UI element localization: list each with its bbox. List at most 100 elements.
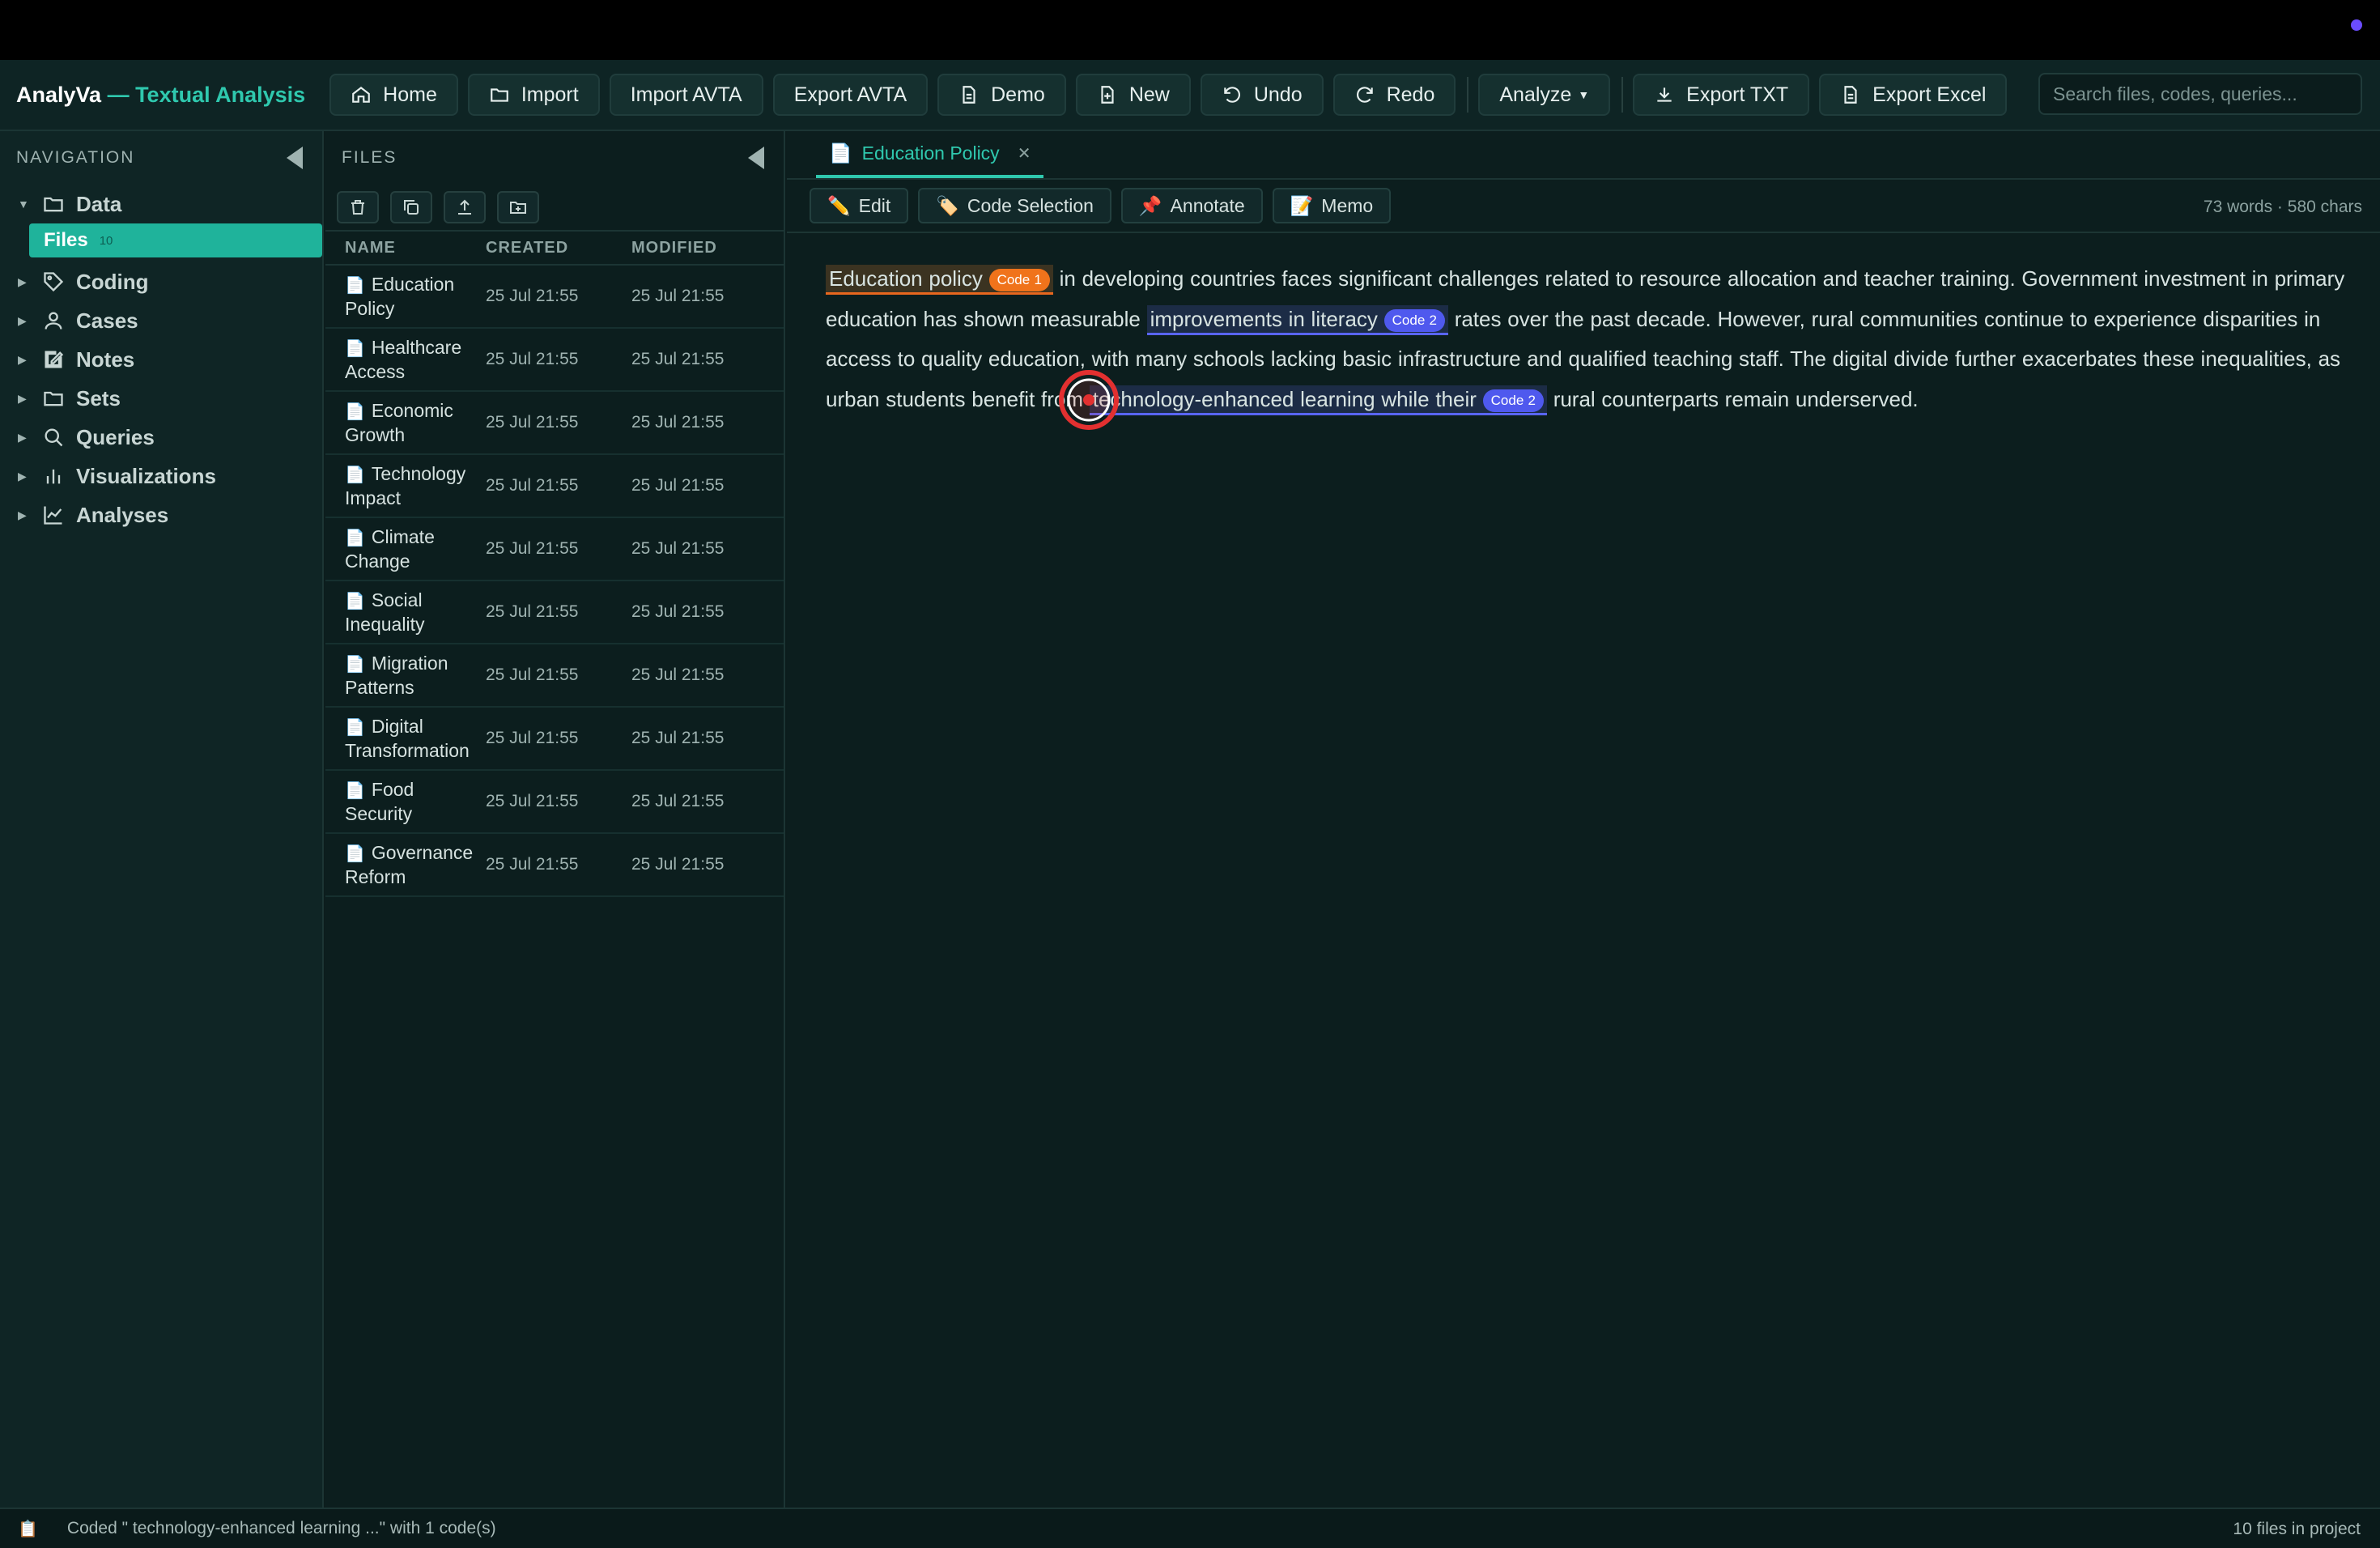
files-header: FILES xyxy=(325,131,784,185)
edit-icon xyxy=(45,351,64,368)
nav-item-cases[interactable]: ▶ Cases xyxy=(0,301,322,340)
redo-icon xyxy=(1356,87,1373,103)
import-button[interactable]: Import xyxy=(467,74,600,116)
collapsed-triangle-icon[interactable]: ▶ xyxy=(18,431,36,444)
code-badge[interactable]: Code 2 xyxy=(1383,308,1445,332)
file-icon: 📄 xyxy=(345,340,365,358)
collapsed-triangle-icon[interactable]: ▶ xyxy=(18,314,36,328)
file-modified: 25 Jul 21:55 xyxy=(631,729,725,747)
export-excel-button[interactable]: Export Excel xyxy=(1819,74,2008,116)
delete-file-button[interactable] xyxy=(337,191,379,223)
coded-segment-code1[interactable]: Education policy Code 1 xyxy=(826,265,1053,295)
file-name-line1: Economic xyxy=(371,400,453,421)
file-name: 📄 Food Security xyxy=(325,778,486,825)
file-row[interactable]: 📄 Climate Change 25 Jul 21:55 25 Jul 21:55 xyxy=(325,518,784,581)
column-header-modified[interactable]: MODIFIED xyxy=(631,239,769,257)
nav-item-visualizations[interactable]: ▶ Visualizations xyxy=(0,457,322,495)
column-header-name[interactable]: NAME xyxy=(325,239,486,257)
file-row[interactable]: 📄 Governance Reform 25 Jul 21:55 25 Jul 21… xyxy=(325,834,784,897)
file-name-line2: Policy xyxy=(345,298,395,319)
file-modified: 25 Jul 21:55 xyxy=(631,855,725,874)
close-tab-icon[interactable]: ✕ xyxy=(1018,143,1031,164)
export-avta-label: Export AVTA xyxy=(793,83,907,106)
toolbar-divider xyxy=(1467,77,1469,113)
nav-item-label: Notes xyxy=(76,347,135,372)
file-row[interactable]: 📄 Digital Transformation 25 Jul 21:55 25 J… xyxy=(325,708,784,771)
demo-button[interactable]: Demo xyxy=(937,74,1066,116)
file-row[interactable]: 📄 Food Security 25 Jul 21:55 25 Jul 21:55 xyxy=(325,771,784,834)
file-count-status: 10 files in project xyxy=(2233,1520,2361,1538)
word-count: 73 words · 580 chars xyxy=(2203,198,2362,216)
app-brand: AnalyVa — Textual Analysis xyxy=(16,83,305,108)
collapsed-triangle-icon[interactable]: ▶ xyxy=(18,470,36,483)
nav-item-notes[interactable]: ▶ Notes xyxy=(0,340,322,379)
tab-education-policy[interactable]: 📄 Education Policy ✕ xyxy=(816,131,1044,178)
new-button[interactable]: New xyxy=(1075,74,1191,116)
file-row[interactable]: 📄 Economic Growth 25 Jul 21:55 25 Jul 21:5… xyxy=(325,392,784,455)
annotate-button[interactable]: 📌 Annotate xyxy=(1120,188,1263,223)
file-row[interactable]: 📄 Social Inequality 25 Jul 21:55 25 Jul 21… xyxy=(325,581,784,644)
nav-item-sets[interactable]: ▶ Sets xyxy=(0,379,322,418)
code-badge[interactable]: Code 2 xyxy=(1482,389,1544,412)
file-modified: 25 Jul 21:55 xyxy=(631,476,725,495)
nav-item-label: Coding xyxy=(76,269,149,294)
undo-button[interactable]: Undo xyxy=(1200,74,1324,116)
import-avta-button[interactable]: Import AVTA xyxy=(609,74,763,116)
code-badge[interactable]: Code 1 xyxy=(988,269,1050,291)
memo-button[interactable]: 📝 Memo xyxy=(1272,188,1392,223)
file-icon: 📄 xyxy=(345,719,365,737)
nav-item-files[interactable]: Files 10 xyxy=(29,223,322,257)
collapse-left-icon[interactable] xyxy=(287,147,303,169)
memo-label: Memo xyxy=(1321,194,1374,216)
coded-segment-code2[interactable]: improvements in literacy Code 2 xyxy=(1146,304,1448,335)
file-row[interactable]: 📄 Healthcare Access 25 Jul 21:55 25 Jul 21… xyxy=(325,329,784,392)
column-header-created[interactable]: CREATED xyxy=(486,239,631,257)
file-name: 📄 Digital Transformation xyxy=(325,715,486,762)
nav-item-queries[interactable]: ▶ Queries xyxy=(0,418,322,457)
document-text[interactable]: Education policy Code 1 in developing co… xyxy=(826,259,2356,419)
file-row[interactable]: 📄 Education Policy 25 Jul 21:55 25 Jul 21:… xyxy=(325,266,784,329)
expanded-triangle-icon[interactable]: ▼ xyxy=(18,198,36,211)
annotate-label: Annotate xyxy=(1170,194,1245,216)
collapse-left-icon[interactable] xyxy=(748,147,764,169)
file-row[interactable]: 📄 Migration Patterns 25 Jul 21:55 25 Jul 2… xyxy=(325,644,784,708)
coded-segment-code2[interactable]: technology-enhanced learning while their… xyxy=(1089,385,1547,415)
export-avta-button[interactable]: Export AVTA xyxy=(772,74,929,116)
folder-icon xyxy=(44,197,63,212)
code-selection-label: Code Selection xyxy=(967,194,1094,216)
nav-item-coding[interactable]: ▶ Coding xyxy=(0,262,322,301)
editor-tabs: 📄 Education Policy ✕ xyxy=(787,131,2380,180)
files-title: FILES xyxy=(342,148,397,167)
nav-item-data[interactable]: ▼ Data xyxy=(0,185,322,223)
analyze-dropdown[interactable]: Analyze ▼ xyxy=(1478,74,1611,116)
export-txt-button[interactable]: Export TXT xyxy=(1633,74,1810,116)
search-input[interactable] xyxy=(2038,73,2362,115)
file-name-line1: Digital xyxy=(371,716,423,737)
brand-subtitle: — Textual Analysis xyxy=(101,82,306,107)
file-created: 25 Jul 21:55 xyxy=(486,602,579,621)
redo-button[interactable]: Redo xyxy=(1332,74,1456,116)
document-icon: 📄 xyxy=(829,142,852,164)
edit-label: Edit xyxy=(858,194,891,216)
new-folder-button[interactable] xyxy=(497,191,539,223)
line-chart-icon xyxy=(44,506,62,525)
nav-item-analyses[interactable]: ▶ Analyses xyxy=(0,495,322,534)
export-excel-label: Export Excel xyxy=(1872,83,1987,106)
file-row[interactable]: 📄 Technology Impact 25 Jul 21:55 25 Jul 21… xyxy=(325,455,784,518)
duplicate-file-button[interactable] xyxy=(390,191,432,223)
collapsed-triangle-icon[interactable]: ▶ xyxy=(18,353,36,367)
new-label: New xyxy=(1128,83,1170,106)
export-txt-label: Export TXT xyxy=(1686,83,1789,106)
file-name-line1: Migration xyxy=(371,653,448,674)
collapsed-triangle-icon[interactable]: ▶ xyxy=(18,275,36,289)
bar-chart-icon xyxy=(46,469,61,484)
collapsed-triangle-icon[interactable]: ▶ xyxy=(18,392,36,406)
home-button[interactable]: Home xyxy=(329,74,458,116)
upload-file-button[interactable] xyxy=(444,191,486,223)
edit-button[interactable]: ✏️ Edit xyxy=(810,188,909,223)
file-name: 📄 Education Policy xyxy=(325,273,486,320)
code-selection-button[interactable]: 🏷️ Code Selection xyxy=(918,188,1111,223)
undo-label: Undo xyxy=(1253,83,1303,106)
collapsed-triangle-icon[interactable]: ▶ xyxy=(18,508,36,522)
file-modified: 25 Jul 21:55 xyxy=(631,350,725,368)
